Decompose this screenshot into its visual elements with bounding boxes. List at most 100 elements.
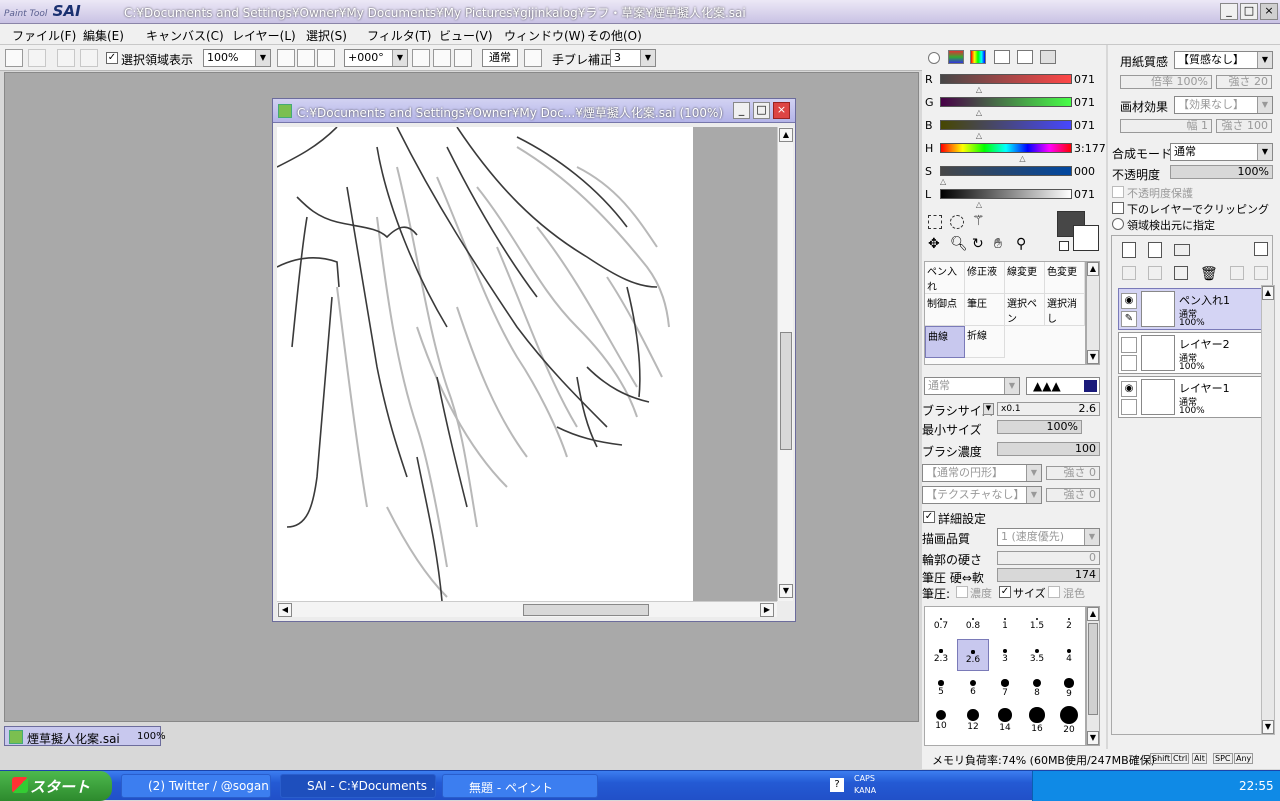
color-slider-l[interactable]: L △ 071 (922, 185, 1106, 209)
quality-select[interactable]: 1 (速度優先) ▼ (997, 528, 1100, 546)
horizontal-scroll-thumb[interactable] (523, 604, 649, 616)
rect-select-icon[interactable] (928, 215, 942, 229)
visibility-icon[interactable] (1121, 337, 1137, 353)
brush-size-preset[interactable]: 3.5 (1021, 639, 1053, 671)
zoom-reset-icon[interactable] (317, 49, 335, 67)
lock-icon[interactable]: ✎ (1121, 311, 1137, 327)
brush-density-slider[interactable]: 100 (997, 442, 1100, 456)
brush-size-preset[interactable]: 8 (1021, 671, 1053, 703)
move-icon[interactable]: ✥ (928, 236, 940, 252)
tool-9[interactable]: 折線 (965, 326, 1005, 358)
edge-shape-icon[interactable]: ▲▲▲ (1033, 379, 1061, 393)
min-size-slider[interactable]: 100% (997, 420, 1082, 434)
menu-layer[interactable]: レイヤー(L) (232, 27, 296, 44)
document-tab[interactable]: 煙草擬人化案.sai 100% (4, 726, 166, 746)
rotate-reset-icon[interactable] (454, 49, 472, 67)
layer-options-icon[interactable] (1230, 266, 1244, 280)
doc-close-button[interactable]: × (773, 102, 790, 119)
layer-row[interactable]: レイヤー2 通常 100% (1118, 332, 1262, 374)
brush-size-preset[interactable]: 7 (989, 671, 1021, 703)
minimize-button[interactable]: _ (1220, 3, 1238, 20)
color-wheel-icon[interactable] (928, 52, 940, 64)
brush-size-preset[interactable]: 16 (1021, 703, 1053, 735)
brush-size-mult-button[interactable]: ▼ (983, 403, 994, 415)
tool-grid-scrollbar[interactable]: ▲ ▼ (1086, 261, 1100, 365)
color-slider-track[interactable] (940, 97, 1072, 107)
brush-size-preset[interactable]: 9 (1053, 671, 1085, 703)
paper-texture-select[interactable]: 【質感なし】 ▼ (1174, 51, 1273, 69)
brush-palette-scroll-thumb[interactable] (1088, 623, 1098, 715)
brush-size-preset[interactable]: 20 (1053, 703, 1085, 735)
rotate-right-icon[interactable] (433, 49, 451, 67)
scroll-down-icon[interactable]: ▼ (779, 584, 793, 598)
merge-down-icon[interactable] (1148, 266, 1162, 280)
mask-icon[interactable] (1254, 242, 1268, 256)
rotation-select[interactable]: +000° ▼ (344, 49, 408, 67)
scratchpad-icon[interactable] (1040, 50, 1056, 64)
slider-handle-icon[interactable]: △ (976, 200, 982, 209)
vertical-scrollbar[interactable]: ▲ ▼ (777, 127, 793, 601)
menu-filter[interactable]: フィルタ(T) (367, 27, 431, 44)
tool-3[interactable]: 色変更 (1045, 262, 1085, 294)
zoom-out-icon[interactable] (277, 49, 295, 67)
menu-view[interactable]: ビュー(V) (439, 27, 493, 44)
scroll-up-icon[interactable]: ▲ (1087, 262, 1099, 276)
new-layer-icon[interactable] (1122, 242, 1136, 258)
detect-source-radio[interactable] (1112, 218, 1124, 230)
magic-wand-icon[interactable]: ⚚ (972, 213, 985, 229)
brush-size-preset[interactable]: 12 (957, 703, 989, 735)
redo-icon[interactable] (28, 49, 46, 67)
layer-list-scrollbar[interactable]: ▲ ▼ (1261, 285, 1275, 735)
brush-size-preset[interactable]: 1.5 (1021, 607, 1053, 639)
taskbar-item-twitter[interactable]: (2) Twitter / @sogan... (121, 774, 271, 798)
tool-0[interactable]: ペン入れ (925, 262, 965, 294)
brush-size-preset[interactable]: 0.8 (957, 607, 989, 639)
brush-size-preset[interactable]: 6 (957, 671, 989, 703)
color-slider-track[interactable] (940, 74, 1072, 84)
brush-size-preset[interactable]: 14 (989, 703, 1021, 735)
color-slider-track[interactable] (940, 166, 1072, 176)
zoom-icon[interactable]: 🔍︎ (950, 236, 968, 252)
scroll-down-icon[interactable]: ▼ (1087, 350, 1099, 364)
tool-8[interactable]: 曲線 (925, 326, 965, 358)
edge-hardness-slider[interactable]: 0 (997, 551, 1100, 565)
help-icon[interactable]: ? (830, 778, 844, 792)
maximize-button[interactable]: □ (1240, 3, 1258, 20)
menu-canvas[interactable]: キャンバス(C) (146, 27, 224, 44)
rotate-left-icon[interactable] (412, 49, 430, 67)
vertical-scroll-thumb[interactable] (780, 332, 792, 450)
menu-window[interactable]: ウィンドウ(W) (504, 27, 585, 44)
reset-colors-icon[interactable] (1059, 241, 1069, 251)
color-slider-track[interactable] (940, 120, 1072, 130)
scroll-right-icon[interactable]: ▶ (760, 603, 774, 617)
rotate-icon[interactable]: ↻ (972, 236, 984, 252)
flip-icon[interactable] (524, 49, 542, 67)
brush-mode-select[interactable]: 通常 ▼ (924, 377, 1020, 395)
zoom-select[interactable]: 100% ▼ (203, 49, 271, 67)
stabilizer-select[interactable]: 3 ▼ (610, 49, 656, 67)
lock-icon[interactable] (1121, 355, 1137, 371)
undo-icon[interactable] (5, 49, 23, 67)
brush-size-preset[interactable]: 3 (989, 639, 1021, 671)
opacity-slider[interactable]: 100% (1170, 165, 1273, 179)
tool-2[interactable]: 線変更 (1005, 262, 1045, 294)
doc-minimize-button[interactable]: _ (733, 102, 750, 119)
visibility-icon[interactable]: ◉ (1121, 381, 1137, 397)
brush-size-preset[interactable]: 10 (925, 703, 957, 735)
hsv-slider-icon[interactable] (970, 50, 986, 64)
edge-shape-selected[interactable] (1084, 380, 1097, 392)
detail-settings-checkbox[interactable]: ✓ (923, 511, 935, 523)
layer-row[interactable]: ◉ レイヤー1 通常 100% (1118, 376, 1262, 418)
brush-size-preset[interactable]: 2.3 (925, 639, 957, 671)
drawing-canvas[interactable] (277, 127, 693, 601)
doc-maximize-button[interactable]: □ (753, 102, 770, 119)
taskbar-item-paint[interactable]: 無題 - ペイント (442, 774, 598, 798)
lasso-icon[interactable] (950, 215, 964, 229)
menu-other[interactable]: その他(O) (587, 27, 642, 44)
select-all-icon[interactable] (80, 49, 98, 67)
intermediate-color-icon[interactable] (994, 50, 1010, 64)
scroll-down-icon[interactable]: ▼ (1087, 731, 1099, 745)
blend-mode-select[interactable]: 通常 ▼ (1170, 143, 1273, 161)
deselect-icon[interactable] (57, 49, 75, 67)
new-folder-icon[interactable] (1174, 244, 1190, 256)
